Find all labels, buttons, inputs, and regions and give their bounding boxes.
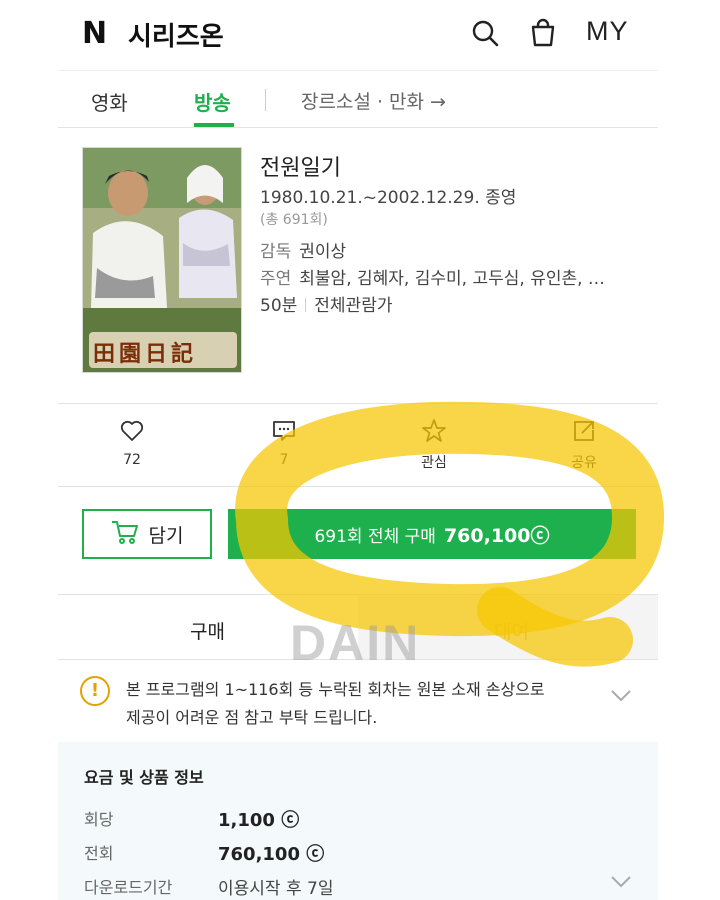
shopping-bag-icon[interactable] — [526, 16, 560, 50]
all-episodes-label: 전회 — [84, 844, 114, 863]
category-tabs: 영화 방송 장르소설 · 만화 → — [58, 70, 658, 128]
tab-buy[interactable]: 구매 — [190, 617, 225, 644]
pricing-title: 요금 및 상품 정보 — [84, 768, 204, 787]
director-line: 감독 권이상 — [260, 237, 346, 262]
tab-genre-novel-comic[interactable]: 장르소설 · 만화 → — [301, 87, 446, 114]
notice-text: 본 프로그램의 1~116회 등 누락된 회차는 원본 소재 손상으로 제공이 … — [126, 680, 545, 727]
buy-all-label: 691회 전체 구매 — [314, 526, 436, 547]
tab-divider — [265, 89, 266, 111]
share-button[interactable]: 공유 — [544, 418, 624, 472]
per-episode-label: 회당 — [84, 810, 114, 829]
search-icon[interactable] — [468, 16, 502, 50]
broadcast-dates: 1980.10.21.~2002.12.29. 종영 — [260, 188, 517, 208]
comment-count: 7 — [279, 452, 289, 468]
app-screen: N 시리즈온 MY 영화 방송 장르소설 · 만화 → 田園日記 전원일기 19… — [58, 0, 658, 900]
star-icon — [394, 418, 474, 446]
pricing-info: 요금 및 상품 정보 회당 1,100 ⓒ 전회 760,100 ⓒ 다운로드기… — [58, 742, 658, 900]
section-divider — [58, 486, 658, 487]
cast-line: 주연 최불암, 김혜자, 김수미, 고두심, 유인촌, … — [260, 264, 605, 289]
total-episodes: (총 691회) — [260, 212, 328, 228]
heart-icon — [92, 418, 172, 446]
my-page-link[interactable]: MY — [586, 16, 629, 47]
top-header: N 시리즈온 MY — [58, 0, 658, 68]
comment-icon — [244, 418, 324, 446]
age-rating: 전체관람가 — [314, 296, 393, 316]
poster-title-logo: 田園日記 — [93, 341, 198, 367]
runtime: 50분 — [260, 296, 298, 316]
app-name[interactable]: 시리즈온 — [128, 16, 224, 53]
notice-banner[interactable]: ! 본 프로그램의 1~116회 등 누락된 회차는 원본 소재 손상으로 제공… — [58, 662, 658, 740]
chevron-down-icon[interactable] — [610, 688, 632, 707]
buy-all-button[interactable]: 691회 전체 구매 760,100ⓒ — [228, 509, 636, 559]
like-count: 72 — [123, 452, 141, 468]
favorite-label: 관심 — [421, 455, 447, 471]
favorite-button[interactable]: 관심 — [394, 418, 474, 472]
director-label: 감독 — [260, 242, 292, 262]
cast-label: 주연 — [260, 269, 292, 289]
share-label: 공유 — [571, 455, 597, 471]
content-title: 전원일기 — [260, 156, 341, 181]
cart-label: 담기 — [148, 524, 184, 547]
meta-line: 50분 전체관람가 — [260, 291, 392, 316]
meta-divider — [305, 298, 307, 312]
per-episode-price: 1,100 ⓒ — [218, 810, 300, 831]
active-tab-indicator — [194, 123, 234, 127]
comment-button[interactable]: 7 — [244, 418, 324, 468]
share-icon — [544, 418, 624, 446]
download-period-label: 다운로드기간 — [84, 878, 173, 897]
director-name[interactable]: 권이상 — [299, 242, 346, 262]
watermark: DAIN — [290, 615, 421, 671]
like-button[interactable]: 72 — [92, 418, 172, 468]
download-period-value: 이용시작 후 7일 — [218, 879, 334, 899]
content-poster[interactable]: 田園日記 — [82, 147, 242, 373]
section-divider — [58, 403, 658, 404]
left-margin — [0, 0, 58, 900]
add-to-cart-button[interactable]: 담기 — [82, 509, 212, 559]
warning-icon: ! — [80, 676, 110, 706]
tab-broadcast[interactable]: 방송 — [194, 87, 231, 116]
cast-names[interactable]: 최불암, 김혜자, 김수미, 고두심, 유인촌, … — [299, 269, 605, 289]
tab-rent[interactable]: 대여 — [494, 617, 529, 644]
tab-movie[interactable]: 영화 — [91, 87, 128, 116]
all-episodes-price: 760,100 ⓒ — [218, 844, 325, 865]
chevron-down-icon[interactable] — [610, 874, 632, 893]
right-margin — [658, 0, 720, 900]
buy-all-price: 760,100ⓒ — [443, 524, 550, 547]
naver-logo-icon[interactable]: N — [82, 16, 107, 51]
cart-icon — [111, 519, 139, 550]
